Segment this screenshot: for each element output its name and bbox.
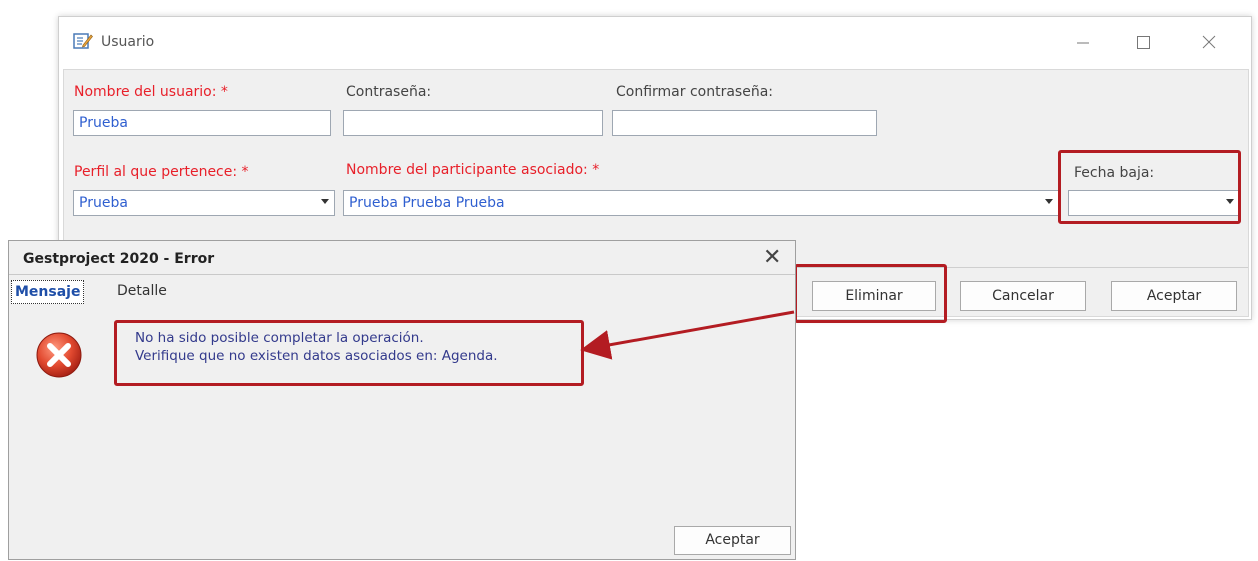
aceptar-button[interactable]: Aceptar [1111,281,1237,311]
error-message-line-1: No ha sido posible completar la operació… [135,330,424,346]
tab-strip: Mensaje Detalle [9,274,795,308]
fecha-baja-label: Fecha baja: [1074,165,1155,181]
chevron-down-icon [321,199,329,204]
error-dialog-title: Gestproject 2020 - Error [23,251,215,267]
error-x-icon [35,331,83,379]
close-icon [1202,35,1216,49]
close-icon[interactable]: ✕ [763,247,781,269]
cancelar-button[interactable]: Cancelar [960,281,1086,311]
maximize-button[interactable] [1123,27,1163,57]
edit-form-icon [73,31,93,51]
tab-detalle[interactable]: Detalle [117,280,167,302]
error-dialog: Gestproject 2020 - Error ✕ Mensaje Detal… [8,240,796,560]
error-message: No ha sido posible completar la operació… [135,329,498,365]
message-panel: No ha sido posible completar la operació… [9,307,795,559]
participante-select[interactable]: Prueba Prueba Prueba [343,190,1059,216]
minimize-icon [1077,42,1089,44]
participante-label: Nombre del participante asociado: * [346,162,600,178]
nombre-usuario-input[interactable]: Prueba [73,110,331,136]
close-button[interactable] [1189,27,1229,57]
confirmar-contrasena-label: Confirmar contraseña: [616,84,774,100]
usuario-titlebar: Usuario [59,17,1251,69]
window-title: Usuario [101,34,155,50]
error-message-line-2: Verifique que no existen datos asociados… [135,348,498,364]
tab-mensaje[interactable]: Mensaje [11,280,85,304]
maximize-icon [1137,36,1150,49]
participante-value: Prueba Prueba Prueba [349,195,505,211]
fecha-baja-select[interactable] [1068,190,1240,216]
error-aceptar-button[interactable]: Aceptar [674,526,791,555]
perfil-label: Perfil al que pertenece: * [74,164,249,180]
chevron-down-icon [1226,199,1234,204]
contrasena-label: Contraseña: [346,84,432,100]
nombre-usuario-label: Nombre del usuario: * [74,84,228,100]
contrasena-input[interactable] [343,110,603,136]
minimize-button[interactable] [1063,27,1103,57]
perfil-value: Prueba [79,195,128,211]
eliminar-button[interactable]: Eliminar [812,281,936,311]
chevron-down-icon [1045,199,1053,204]
confirmar-contrasena-input[interactable] [612,110,877,136]
perfil-select[interactable]: Prueba [73,190,335,216]
